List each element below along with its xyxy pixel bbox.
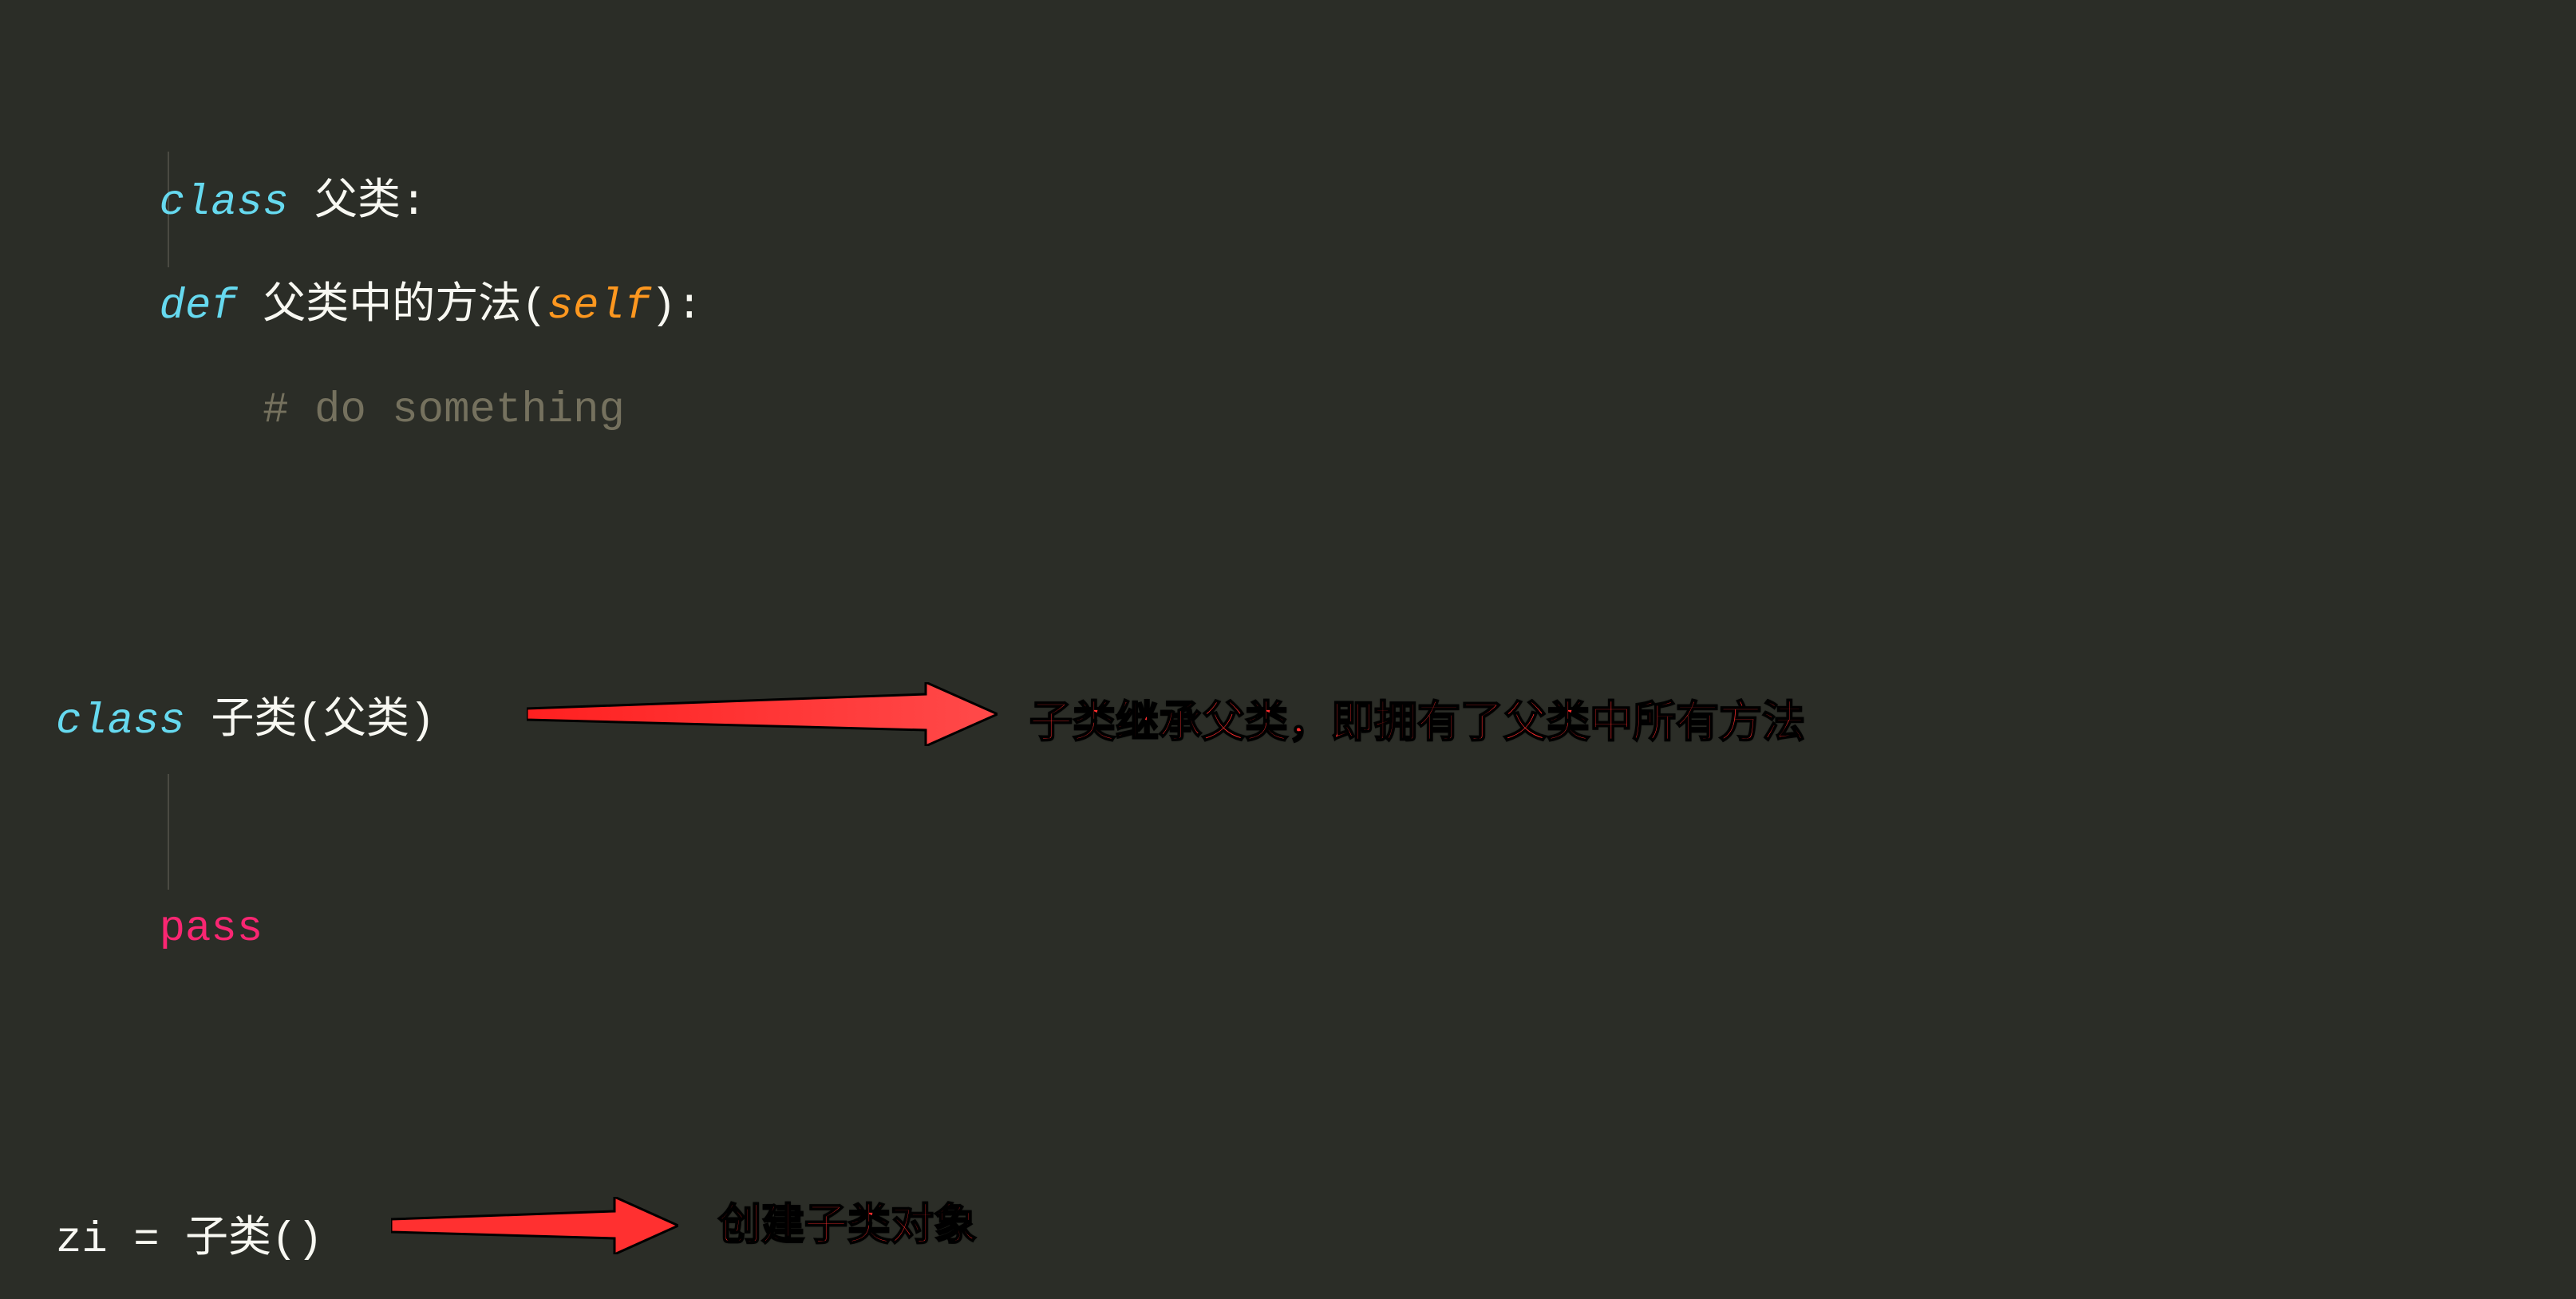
keyword-pass: pass [160,905,263,954]
param-self: self [547,282,651,331]
lparen: ( [521,282,547,331]
comment: # do something [263,386,625,435]
code-line-blank [56,152,2520,255]
call-name: 子类 [185,1216,271,1265]
code-line-blank [56,567,2520,670]
variable: zi [56,1216,108,1265]
keyword-def: def [160,282,237,331]
rparen: ) [409,697,435,746]
annotation-create: 创建子类对象 [718,1189,977,1252]
code-line: def 父类中的方法(self): [56,255,2520,359]
method-name: 父类中的方法 [237,282,521,331]
code-line-blank [56,463,2520,567]
lparen: ( [297,697,322,746]
annotation-inherit: 子类继承父类，即拥有了父类中所有方法 [1029,686,1805,749]
code-line-blank [56,1085,2520,1189]
arrow-icon [527,682,998,746]
code-line: class 父类: [56,48,2520,152]
code-line-blank [56,774,2520,878]
parens: () [271,1216,323,1265]
arrow-icon [391,1197,678,1254]
code-line-blank [56,981,2520,1085]
code-line: pass [56,878,2520,981]
code-line: # do something [56,359,2520,463]
code-editor: class 父类: def 父类中的方法(self): # do somethi… [0,0,2576,1299]
equals: = [108,1216,185,1265]
rparen-colon: ): [650,282,702,331]
keyword-class: class [56,697,185,746]
code-line-blank [56,1293,2520,1299]
parent-class: 父类 [323,697,409,746]
class-name: 子类 [185,697,297,746]
